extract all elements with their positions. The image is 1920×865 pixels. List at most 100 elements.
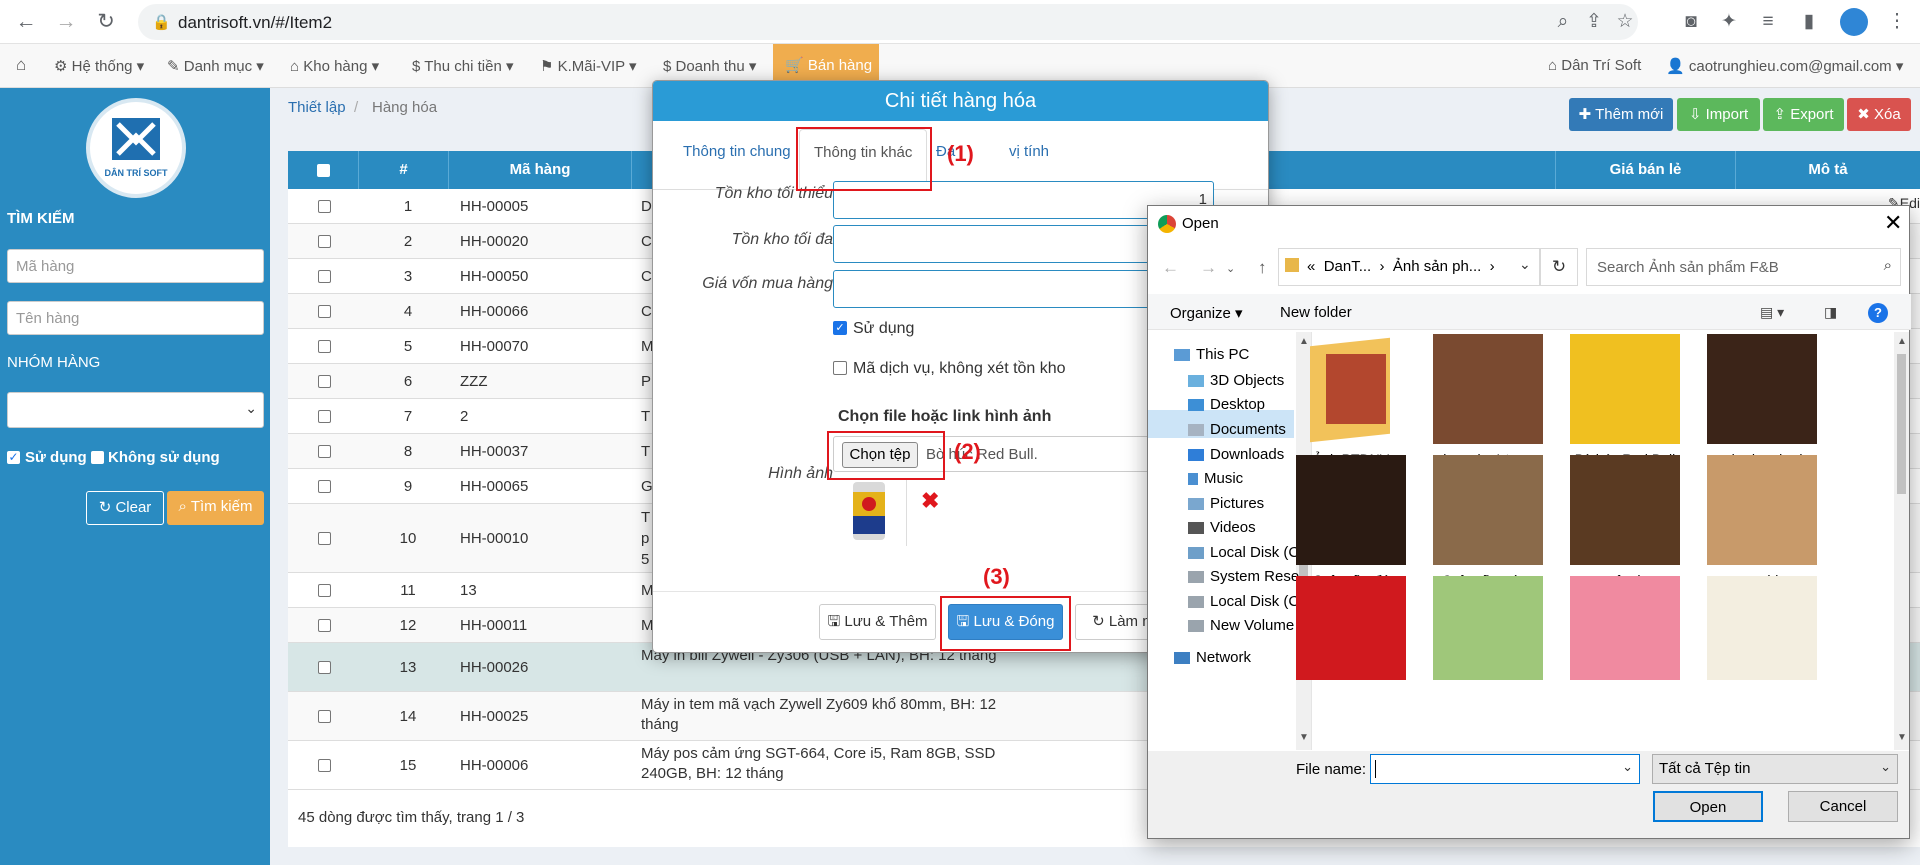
image-thumbnail[interactable]	[1707, 576, 1817, 680]
row-checkbox[interactable]	[318, 619, 331, 632]
row-checkbox[interactable]	[318, 759, 331, 772]
image-thumbnail[interactable]	[1433, 455, 1543, 565]
file-type-select[interactable]: Tất cả Tệp tin ⌄	[1652, 754, 1898, 784]
nav-catalog[interactable]: ✎ Danh mục ▾	[167, 57, 264, 75]
view-options-icon[interactable]: ▤ ▾	[1760, 304, 1784, 321]
grid-scrollbar-thumb[interactable]	[1897, 354, 1906, 494]
image-thumbnail[interactable]	[1570, 455, 1680, 565]
help-icon[interactable]: ?	[1868, 303, 1888, 323]
row-checkbox[interactable]	[318, 480, 331, 493]
back-icon[interactable]: ←	[12, 8, 40, 36]
file-name-input[interactable]: ⌄	[1370, 754, 1640, 784]
delete-button[interactable]: ✖ Xóa	[1847, 98, 1911, 131]
image-thumbnail[interactable]	[1433, 576, 1543, 680]
remove-image-icon[interactable]: ✖	[921, 488, 939, 514]
nav-system[interactable]: ⚙ Hệ thống ▾	[54, 57, 144, 75]
sidepanel-icon[interactable]: ▮	[1796, 9, 1822, 35]
row-checkbox[interactable]	[318, 200, 331, 213]
file-type-dropdown-icon[interactable]: ⌄	[1880, 759, 1891, 775]
row-checkbox[interactable]	[318, 235, 331, 248]
close-icon[interactable]: ✕	[1884, 210, 1902, 236]
up-arrow-icon[interactable]: ↑	[1258, 258, 1267, 278]
add-new-button[interactable]: ✚ Thêm mới	[1569, 98, 1673, 131]
open-button[interactable]: Open	[1653, 791, 1763, 822]
tab-general-info[interactable]: Thông tin chung	[683, 143, 791, 160]
row-checkbox[interactable]	[318, 270, 331, 283]
dialog-search-placeholder: Search Ảnh sản phẩm F&B	[1597, 259, 1779, 276]
save-add-button[interactable]: 🖫 Lưu & Thêm	[819, 604, 936, 640]
logo: DÂN TRÍ SOFT	[86, 98, 186, 198]
row-checkbox[interactable]	[318, 340, 331, 353]
extensions-icon[interactable]: ✦	[1716, 9, 1742, 35]
product-name-input[interactable]: Tên hàng	[7, 301, 264, 335]
camera-icon[interactable]: ◙	[1678, 9, 1704, 35]
refresh-icon[interactable]: ↻	[1540, 248, 1578, 286]
nav-cashflow[interactable]: $ Thu chi tiền ▾	[412, 57, 513, 75]
image-thumbnail[interactable]	[1296, 576, 1406, 680]
scroll-down-icon[interactable]: ▼	[1299, 732, 1309, 743]
not-using-checkbox[interactable]	[91, 451, 104, 464]
import-button[interactable]: ⇩ Import	[1677, 98, 1760, 131]
menu-dots-icon[interactable]: ⋮	[1884, 9, 1910, 35]
breadcrumb-root[interactable]: Thiết lập	[288, 99, 346, 116]
forward-arrow-icon[interactable]: →	[1200, 258, 1217, 278]
path-dropdown-icon[interactable]: ⌄	[1519, 256, 1531, 273]
group-select[interactable]: ⌄	[7, 392, 264, 428]
image-thumbnail[interactable]	[1707, 334, 1817, 444]
use-checkbox[interactable]: ✓	[833, 321, 847, 335]
new-folder-button[interactable]: New folder	[1280, 304, 1352, 321]
back-arrow-icon[interactable]: ←	[1162, 258, 1179, 278]
image-thumbnail[interactable]	[1707, 455, 1817, 565]
dialog-search-input[interactable]: Search Ảnh sản phẩm F&B ⌕	[1586, 248, 1901, 286]
row-checkbox[interactable]	[318, 710, 331, 723]
grid-scrollbar[interactable]: ▲ ▼	[1894, 332, 1909, 750]
address-bar[interactable]: 🔒 dantrisoft.vn/#/Item2 ⌕ ⇪ ☆	[138, 4, 1638, 40]
row-checkbox[interactable]	[318, 584, 331, 597]
bookmark-star-icon[interactable]: ☆	[1612, 9, 1638, 35]
image-thumbnail[interactable]	[1296, 455, 1406, 565]
home-icon[interactable]: ⌂	[16, 55, 26, 75]
using-checkbox[interactable]: ✓	[7, 451, 20, 464]
annotation-box-2	[827, 431, 945, 480]
file-name-dropdown-icon[interactable]: ⌄	[1622, 759, 1633, 775]
row-checkbox[interactable]	[318, 305, 331, 318]
service-checkbox[interactable]	[833, 361, 847, 375]
row-description: D	[641, 198, 652, 215]
grid-scroll-down-icon[interactable]: ▼	[1897, 732, 1907, 743]
forward-icon[interactable]: →	[52, 8, 80, 36]
tree-item-this-pc[interactable]: This PC	[1174, 346, 1314, 363]
recent-chevron-icon[interactable]: ⌄	[1226, 262, 1235, 275]
product-code-input[interactable]: Mã hàng	[7, 249, 264, 283]
preview-pane-icon[interactable]: ◨	[1824, 304, 1837, 321]
tab-unit[interactable]: vị tính	[1009, 143, 1049, 160]
row-checkbox[interactable]	[318, 375, 331, 388]
row-checkbox[interactable]	[318, 532, 331, 545]
search-button[interactable]: ⌕ Tìm kiếm	[167, 491, 264, 525]
row-checkbox[interactable]	[318, 661, 331, 674]
path-bar[interactable]: « DanT... › Ảnh sản ph... › ⌄	[1278, 248, 1540, 286]
zoom-icon[interactable]: ⌕	[1550, 9, 1576, 35]
nav-user[interactable]: 👤 caotrunghieu.com@gmail.com ▾	[1666, 57, 1903, 75]
row-checkbox[interactable]	[318, 445, 331, 458]
organize-button[interactable]: Organize ▾	[1170, 304, 1243, 322]
image-thumbnail[interactable]	[1433, 334, 1543, 444]
nav-revenue[interactable]: $ Doanh thu ▾	[663, 57, 756, 75]
select-all-header[interactable]	[288, 151, 359, 189]
share-icon[interactable]: ⇪	[1581, 9, 1607, 35]
row-checkbox[interactable]	[318, 410, 331, 423]
folder-thumbnail[interactable]	[1296, 334, 1406, 444]
media-icon[interactable]: ≡	[1755, 9, 1781, 35]
nav-company[interactable]: ⌂ Dân Trí Soft	[1548, 57, 1641, 74]
nav-warehouse[interactable]: ⌂ Kho hàng ▾	[290, 57, 379, 75]
reload-icon[interactable]: ↻	[92, 8, 120, 36]
export-button[interactable]: ⇪ Export	[1763, 98, 1844, 131]
cube-icon	[1188, 375, 1204, 388]
grid-scroll-up-icon[interactable]: ▲	[1897, 336, 1907, 347]
image-thumbnail[interactable]	[1570, 334, 1680, 444]
tree-item-network[interactable]: Network	[1174, 649, 1314, 666]
clear-button[interactable]: ↻ Clear	[86, 491, 164, 525]
nav-promo-vip[interactable]: ⚑ K.Mãi-VIP ▾	[540, 57, 637, 75]
profile-avatar[interactable]	[1840, 8, 1868, 36]
image-thumbnail[interactable]	[1570, 576, 1680, 680]
cancel-button[interactable]: Cancel	[1788, 791, 1898, 822]
